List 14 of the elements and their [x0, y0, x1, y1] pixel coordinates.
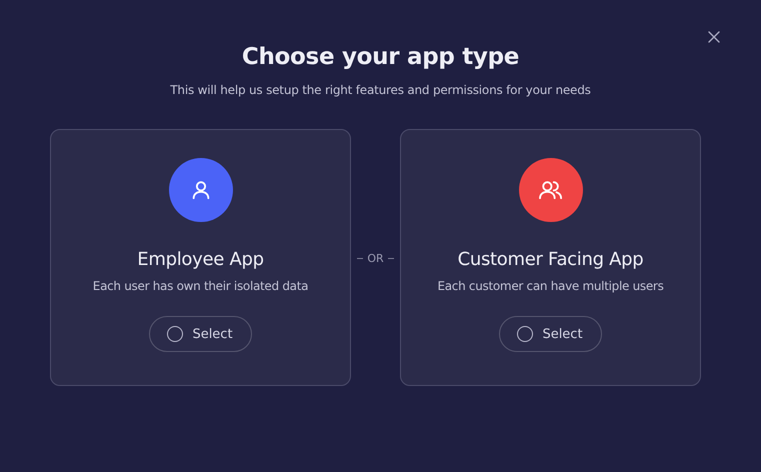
option-description: Each customer can have multiple users	[437, 279, 664, 293]
option-card[interactable]: Employee App Each user has own their isolated data Select	[50, 129, 351, 386]
close-icon[interactable]	[707, 30, 721, 44]
separator-label: OR	[367, 252, 384, 265]
select-button[interactable]: Select	[149, 316, 252, 352]
user-icon	[190, 179, 212, 201]
option-title: Customer Facing App	[458, 249, 644, 270]
option-title: Employee App	[137, 249, 264, 270]
dialog-title: Choose your app type	[242, 44, 520, 70]
select-button[interactable]: Select	[499, 316, 602, 352]
dialog-subtitle: This will help us setup the right features and permissions for your needs	[170, 83, 591, 97]
users-icon	[538, 179, 564, 201]
option-description: Each user has own their isolated data	[92, 279, 308, 293]
option-card[interactable]: Customer Facing App Each customer can have multiple users Select	[400, 129, 701, 386]
